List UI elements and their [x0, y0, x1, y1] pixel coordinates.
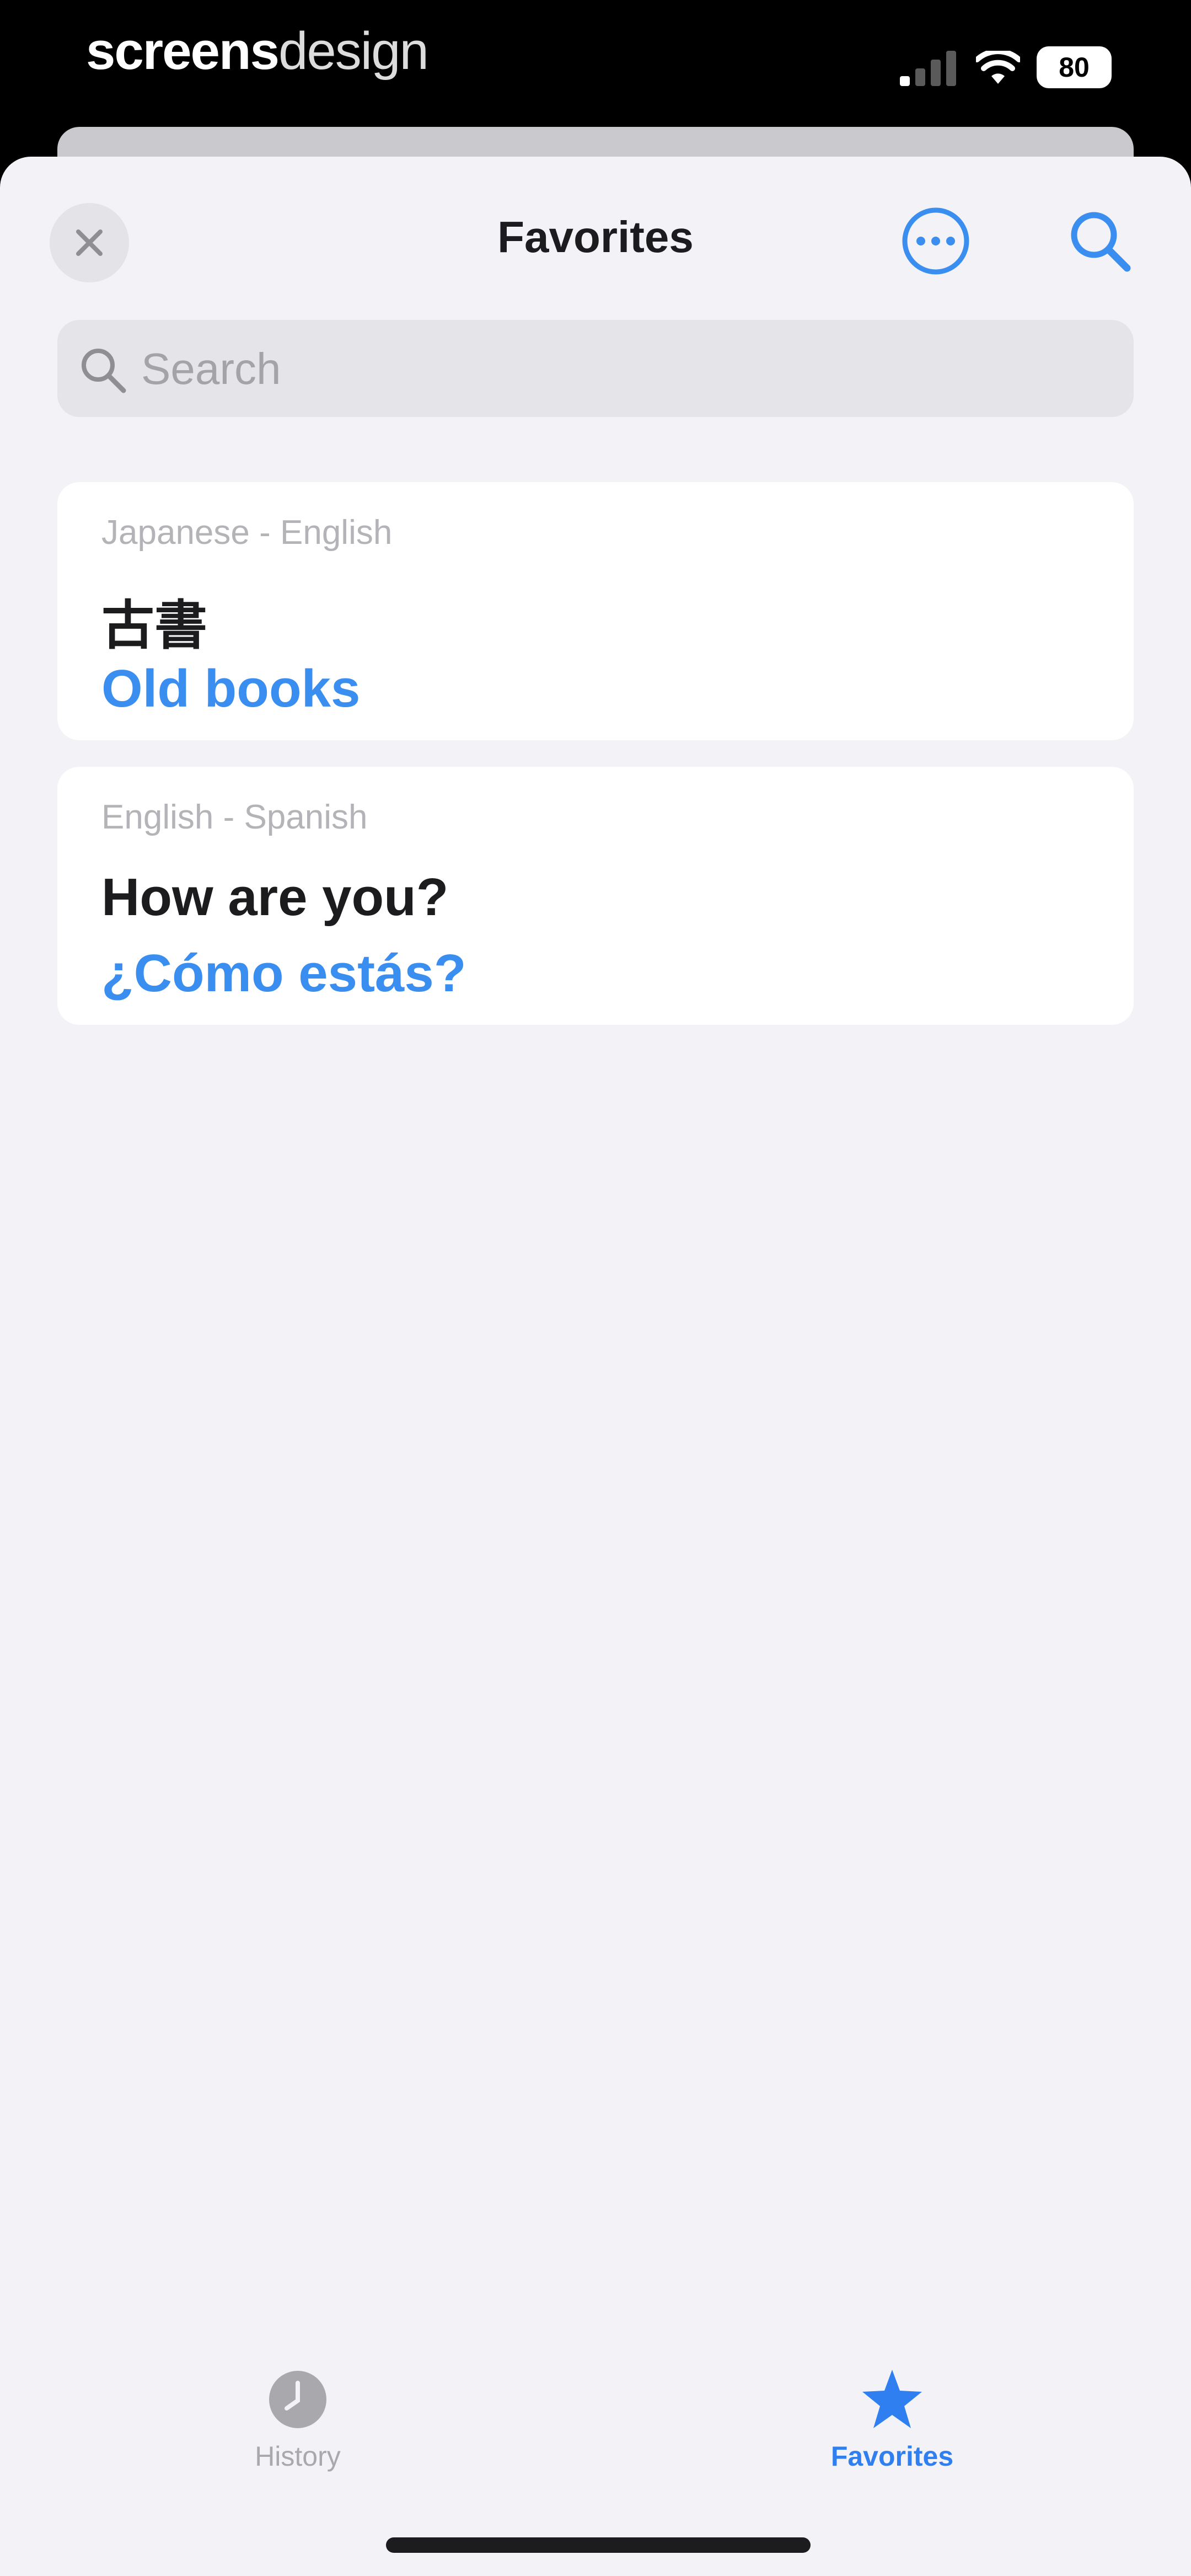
home-indicator[interactable] — [386, 2537, 811, 2553]
screen: screensdesign 80 Favorites Search Japane… — [0, 0, 1191, 2576]
search-icon — [1071, 212, 1131, 272]
magnifier-icon — [82, 349, 126, 393]
source-text: 古書 — [101, 596, 207, 655]
favorite-card[interactable]: Japanese - English 古書 Old books — [57, 482, 1134, 740]
translation-text: ¿Cómo estás? — [101, 944, 466, 1003]
brand-watermark: screensdesign — [86, 21, 429, 82]
brand-light: design — [278, 22, 429, 81]
search-field[interactable] — [57, 320, 1134, 418]
clock-icon — [269, 2371, 326, 2428]
search-input[interactable] — [140, 320, 1113, 418]
search-button[interactable] — [1064, 205, 1136, 277]
signal-icon — [900, 51, 956, 86]
star-icon — [862, 2370, 922, 2428]
favorites-sheet: Favorites Search Japanese - English 古書 O… — [0, 157, 1191, 2576]
tab-label: Favorites — [830, 2441, 954, 2472]
ellipsis-circle-icon — [902, 207, 969, 275]
translation-text: Old books — [101, 659, 361, 718]
tab-history[interactable]: History — [165, 2366, 430, 2499]
tab-label: History — [255, 2441, 341, 2472]
page-title: Favorites — [497, 212, 694, 261]
favorite-card[interactable]: English - Spanish How are you? ¿Cómo est… — [57, 767, 1134, 1025]
status-bar: screensdesign 80 — [0, 0, 1191, 127]
nav-bar: Favorites — [0, 157, 1191, 322]
language-pair: English - Spanish — [101, 798, 368, 836]
source-text: How are you? — [101, 868, 449, 927]
tab-favorites[interactable]: Favorites — [760, 2366, 1024, 2499]
brand-bold: screens — [86, 22, 280, 81]
battery-icon: 80 — [1037, 46, 1112, 88]
more-button[interactable] — [900, 205, 972, 277]
battery-level: 80 — [1059, 52, 1090, 83]
language-pair: Japanese - English — [101, 514, 393, 552]
wifi-icon — [976, 51, 1020, 84]
